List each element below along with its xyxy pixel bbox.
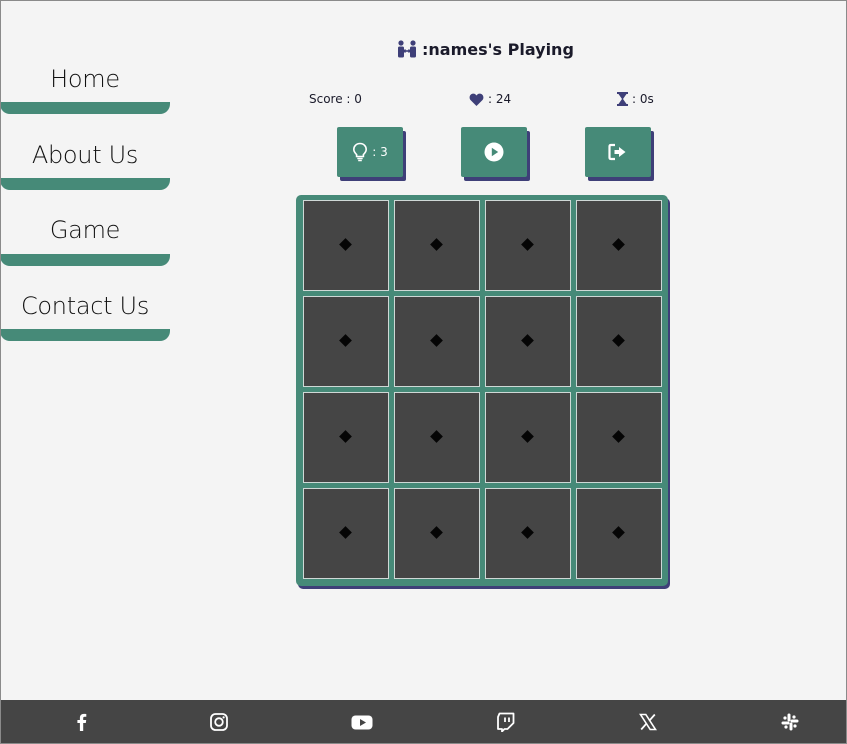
card-back-diamond-icon	[430, 238, 443, 251]
sign-out-icon	[608, 143, 626, 161]
memory-card[interactable]	[394, 488, 480, 579]
memory-card[interactable]	[485, 296, 571, 387]
memory-card[interactable]	[576, 488, 662, 579]
memory-card[interactable]	[576, 200, 662, 291]
x-icon[interactable]	[638, 712, 658, 732]
card-back-diamond-icon	[521, 430, 534, 443]
card-back-diamond-icon	[339, 238, 352, 251]
lives-display: : 24	[469, 92, 511, 106]
card-back-diamond-icon	[521, 334, 534, 347]
lightbulb-icon	[353, 142, 368, 162]
exit-button[interactable]	[585, 127, 651, 177]
nav-about-us-label: About Us	[31, 141, 139, 169]
score-display: Score : 0	[309, 92, 362, 106]
memory-card[interactable]	[303, 200, 389, 291]
score-text: Score : 0	[309, 92, 362, 106]
memory-card[interactable]	[303, 296, 389, 387]
instagram-icon[interactable]	[209, 712, 229, 732]
nav-home[interactable]: Home	[0, 64, 170, 94]
twitch-icon[interactable]	[496, 712, 516, 732]
page-title: :names's Playing	[422, 39, 574, 59]
memory-card[interactable]	[576, 296, 662, 387]
card-back-diamond-icon	[612, 430, 625, 443]
nav-contact-us-underline	[0, 329, 170, 341]
slack-icon[interactable]	[780, 712, 800, 732]
youtube-icon[interactable]	[351, 712, 373, 732]
hourglass-icon	[617, 92, 628, 106]
memory-card[interactable]	[485, 392, 571, 483]
card-back-diamond-icon	[339, 430, 352, 443]
heart-icon	[469, 93, 484, 106]
facebook-icon[interactable]	[72, 712, 92, 732]
timer-text: : 0s	[632, 92, 654, 106]
memory-card[interactable]	[576, 392, 662, 483]
lives-text: : 24	[488, 92, 512, 106]
nav-contact-us[interactable]: Contact Us	[0, 291, 170, 321]
memory-card[interactable]	[303, 488, 389, 579]
card-back-diamond-icon	[612, 334, 625, 347]
player-title: :names's Playing	[396, 38, 574, 60]
hint-count: : 3	[372, 145, 388, 159]
players-icon	[398, 40, 416, 58]
card-back-diamond-icon	[430, 430, 443, 443]
card-back-diamond-icon	[612, 238, 625, 251]
nav-contact-us-label: Contact Us	[20, 292, 150, 320]
card-back-diamond-icon	[521, 526, 534, 539]
play-icon	[484, 142, 504, 162]
nav-about-us[interactable]: About Us	[0, 140, 170, 170]
memory-card[interactable]	[394, 392, 480, 483]
nav-about-us-underline	[0, 178, 170, 190]
footer	[0, 700, 847, 744]
card-back-diamond-icon	[521, 238, 534, 251]
card-back-diamond-icon	[339, 526, 352, 539]
card-back-diamond-icon	[430, 526, 443, 539]
card-back-diamond-icon	[612, 526, 625, 539]
card-back-diamond-icon	[339, 334, 352, 347]
nav-game-underline	[0, 254, 170, 266]
play-button[interactable]	[461, 127, 527, 177]
card-back-diamond-icon	[430, 334, 443, 347]
memory-card[interactable]	[485, 200, 571, 291]
timer-display: : 0s	[617, 92, 654, 106]
nav-game-label: Game	[49, 216, 121, 244]
memory-card[interactable]	[485, 488, 571, 579]
nav-game[interactable]: Game	[0, 215, 170, 245]
game-board	[296, 195, 668, 586]
nav-home-underline	[0, 102, 170, 114]
hint-button[interactable]: : 3	[337, 127, 403, 177]
memory-card[interactable]	[394, 296, 480, 387]
nav-home-label: Home	[50, 65, 120, 93]
memory-card[interactable]	[303, 392, 389, 483]
memory-card[interactable]	[394, 200, 480, 291]
